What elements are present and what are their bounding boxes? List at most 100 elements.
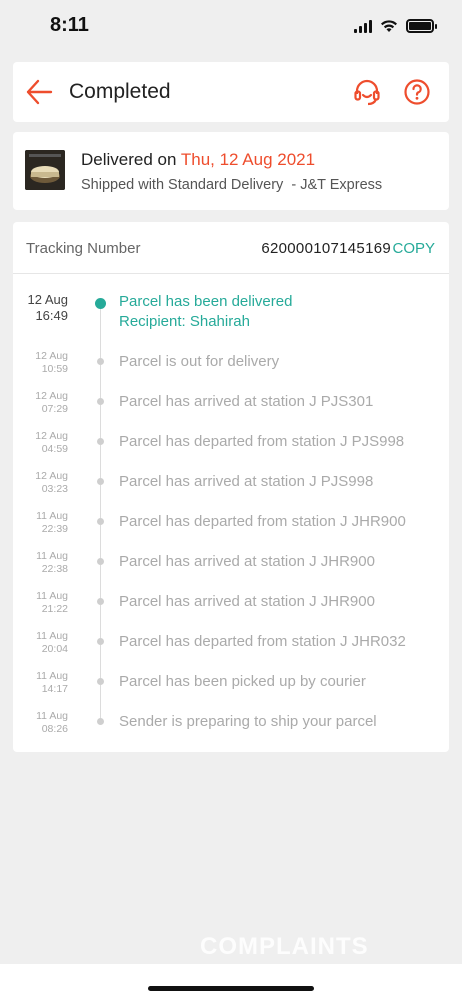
event-date: 11 Aug [36, 590, 68, 602]
tracking-number-label: Tracking Number [26, 240, 141, 257]
event-timestamp: 12 Aug 10:59 [13, 350, 68, 376]
event-time: 16:49 [35, 308, 68, 323]
timeline-dot [97, 638, 104, 645]
tracking-event: 11 Aug 21:22 Parcel has arrived at station… [13, 590, 449, 632]
event-timestamp: 12 Aug 03:23 [13, 470, 68, 496]
event-timestamp: 11 Aug 22:39 [13, 510, 68, 536]
event-description: Sender is preparing to ship your parcel [119, 712, 377, 732]
timeline-dot-active [95, 298, 106, 309]
tracking-event: 11 Aug 08:26 Sender is preparing to ship y… [13, 710, 449, 752]
tracking-event: 12 Aug 07:29 Parcel has arrived at station… [13, 390, 449, 432]
tracking-event: 12 Aug 16:49 Parcel has been delivered Reci… [13, 292, 449, 332]
event-description: Parcel has departed from station J JHR90… [119, 512, 406, 532]
event-text: Parcel has departed from station J JHR90… [119, 513, 406, 530]
event-date: 12 Aug [35, 390, 68, 402]
event-time: 21:22 [41, 603, 68, 615]
timeline-dot [97, 518, 104, 525]
event-timestamp: 12 Aug 04:59 [13, 430, 68, 456]
back-button[interactable] [25, 78, 55, 106]
timeline-dot [97, 398, 104, 405]
event-description: Parcel has arrived at station J JHR900 [119, 592, 375, 612]
watermark: COMPLAINTS [200, 933, 369, 960]
event-text: Parcel has been picked up by courier [119, 673, 366, 690]
tracking-event: 11 Aug 20:04 Parcel has departed from stat… [13, 630, 449, 672]
event-description: Parcel has arrived at station J JHR900 [119, 552, 375, 572]
event-text: Parcel has arrived at station J PJS301 [119, 393, 374, 410]
event-text: Parcel has arrived at station J JHR900 [119, 593, 375, 610]
event-timestamp: 12 Aug 16:49 [13, 292, 69, 324]
event-description: Parcel has arrived at station J PJS301 [119, 392, 373, 412]
event-time: 03:23 [41, 483, 68, 495]
status-icons [354, 18, 437, 34]
delivery-status: Delivered on Thu, 12 Aug 2021 [81, 150, 315, 170]
event-time: 04:59 [41, 443, 68, 455]
headset-icon [354, 79, 380, 106]
event-time: 22:38 [41, 563, 68, 575]
event-timestamp: 11 Aug 14:17 [13, 670, 68, 696]
home-indicator[interactable] [148, 986, 314, 991]
event-date: 12 Aug [35, 350, 68, 362]
event-text: Parcel has arrived at station J PJS998 [119, 473, 374, 490]
product-thumbnail [25, 150, 65, 190]
event-timestamp: 12 Aug 07:29 [13, 390, 68, 416]
event-time: 10:59 [41, 363, 68, 375]
tracking-event: 11 Aug 14:17 Parcel has been picked up by … [13, 670, 449, 712]
event-text: Parcel has departed from station J JHR03… [119, 633, 406, 650]
tracking-event: 12 Aug 04:59 Parcel has departed from stat… [13, 430, 449, 472]
header-bar: Completed [13, 62, 449, 122]
event-description: Parcel has been picked up by courier [119, 672, 366, 692]
delivery-summary-card[interactable]: Delivered on Thu, 12 Aug 2021 Shipped wi… [13, 132, 449, 210]
event-text: Parcel has arrived at station J JHR900 [119, 553, 375, 570]
wifi-icon [381, 20, 397, 32]
event-date: 11 Aug [36, 710, 68, 722]
event-text: Parcel has departed from station J PJS99… [119, 433, 405, 450]
help-button[interactable] [403, 78, 431, 106]
event-description: Parcel has been delivered Recipient: Shah… [119, 292, 292, 332]
event-date: 11 Aug [36, 630, 68, 642]
timeline-dot [97, 678, 104, 685]
event-time: 08:26 [41, 723, 68, 735]
support-button[interactable] [353, 78, 381, 106]
question-circle-icon [404, 79, 430, 105]
shipping-info: Shipped with Standard Delivery - J&T Exp… [81, 177, 383, 193]
timeline-dot [97, 438, 104, 445]
event-text: Parcel is out for delivery [119, 353, 280, 370]
tracking-header: Tracking Number 620000107145169 COPY [13, 222, 449, 274]
event-time: 22:39 [41, 523, 68, 535]
event-timestamp: 11 Aug 22:38 [13, 550, 68, 576]
event-description: Parcel has departed from station J PJS99… [119, 432, 404, 452]
tracking-card: Tracking Number 620000107145169 COPY 12 … [13, 222, 449, 752]
tracking-event: 11 Aug 22:39 Parcel has departed from stat… [13, 510, 449, 552]
event-date: 11 Aug [36, 550, 68, 562]
event-date: 11 Aug [36, 670, 68, 682]
event-description: Parcel is out for delivery [119, 352, 279, 372]
tracking-event: 12 Aug 03:23 Parcel has arrived at station… [13, 470, 449, 512]
timeline-dot [97, 358, 104, 365]
delivery-status-prefix: Delivered on [81, 150, 181, 169]
event-timestamp: 11 Aug 20:04 [13, 630, 68, 656]
status-bar: 8:11 [0, 0, 462, 54]
tracking-event: 12 Aug 10:59 Parcel is out for delivery [13, 350, 449, 392]
signal-icon [354, 19, 372, 33]
timeline-dot [97, 718, 104, 725]
copy-button[interactable]: COPY [392, 240, 435, 257]
event-date: 12 Aug [35, 470, 68, 482]
event-timestamp: 11 Aug 21:22 [13, 590, 68, 616]
event-subtext: Recipient: Shahirah [119, 313, 250, 330]
timeline-dot [97, 558, 104, 565]
event-description: Parcel has departed from station J JHR03… [119, 632, 406, 652]
back-arrow-icon [26, 79, 53, 105]
event-date: 11 Aug [36, 510, 68, 522]
tracking-number: 620000107145169 [261, 240, 391, 257]
event-time: 20:04 [41, 643, 68, 655]
event-time: 14:17 [41, 683, 68, 695]
timeline-dot [97, 598, 104, 605]
event-timestamp: 11 Aug 08:26 [13, 710, 68, 736]
event-text: Parcel has been delivered [119, 293, 293, 310]
event-time: 07:29 [41, 403, 68, 415]
timeline-dot [97, 478, 104, 485]
event-date: 12 Aug [35, 430, 68, 442]
status-time: 8:11 [50, 14, 89, 36]
event-description: Parcel has arrived at station J PJS998 [119, 472, 373, 492]
bottom-bar [0, 964, 462, 1000]
